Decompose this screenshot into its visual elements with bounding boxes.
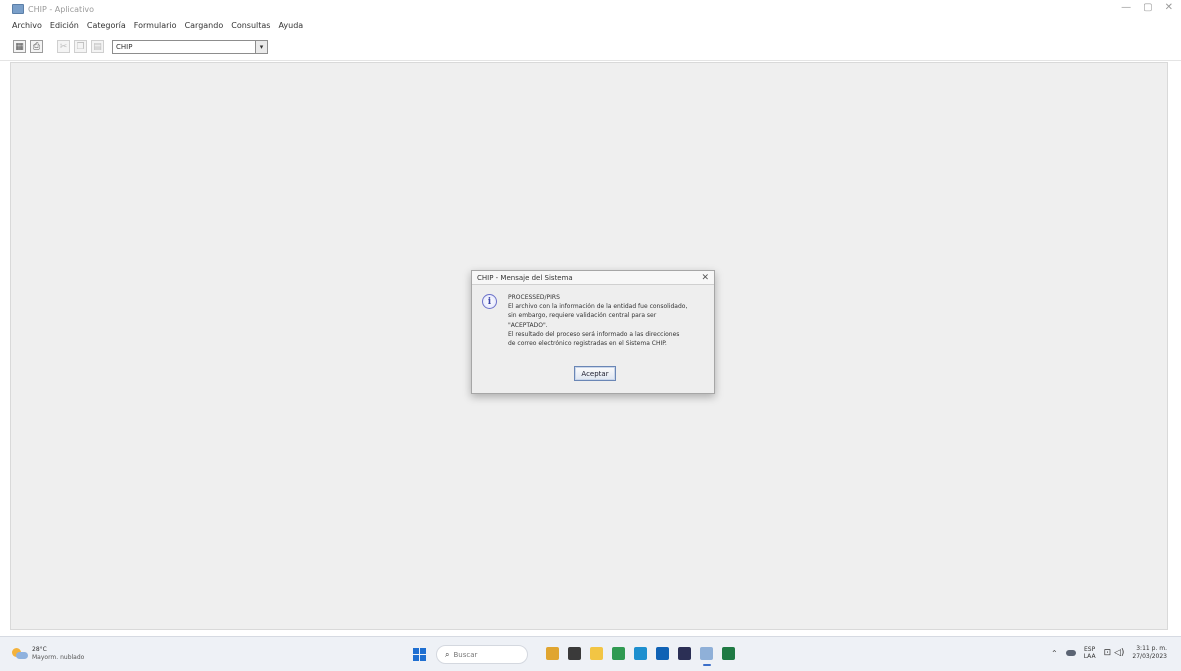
entity-combo[interactable]: CHIP ▾ [112, 39, 268, 54]
dialog-titlebar: CHIP - Mensaje del Sistema ✕ [472, 271, 714, 285]
menu-ayuda[interactable]: Ayuda [278, 21, 303, 30]
taskbar-app-edge-icon[interactable] [634, 647, 647, 660]
dialog-ok-button[interactable]: Aceptar [574, 366, 616, 381]
dialog-title: CHIP - Mensaje del Sistema [477, 273, 573, 282]
taskbar-app-excel-icon[interactable] [722, 647, 735, 660]
clock-time: 3:11 p. m. [1136, 645, 1167, 652]
network-volume-icon[interactable]: ⊡ ◁) [1104, 648, 1125, 658]
taskbar-clock[interactable]: 3:11 p. m. 27/03/2023 [1132, 645, 1167, 661]
java-app-icon [12, 4, 24, 14]
menu-categoria[interactable]: Categoría [87, 21, 126, 30]
windows-start-icon[interactable] [413, 648, 426, 661]
weather-temperature: 28°C [32, 646, 47, 653]
taskbar-app-files-icon[interactable] [546, 647, 559, 660]
search-icon: ⌕ [445, 649, 450, 659]
taskbar-app-dark-icon[interactable] [568, 647, 581, 660]
window-controls: — ▢ ✕ [1121, 2, 1173, 13]
cut-icon[interactable]: ✂ [57, 40, 70, 53]
window-titlebar: CHIP - Aplicativo — ▢ ✕ [0, 0, 1181, 18]
taskbar-app-outlook-icon[interactable] [656, 647, 669, 660]
menu-cargando[interactable]: Cargando [185, 21, 224, 30]
menu-edicion[interactable]: Edición [50, 21, 79, 30]
dialog-message-line: El resultado del proceso será informado … [508, 330, 680, 338]
weather-text: 28°C Mayorm. nublado [32, 646, 84, 662]
taskbar-app-chrome-icon[interactable] [612, 647, 625, 660]
minimize-button[interactable]: — [1121, 2, 1131, 13]
dialog-close-button[interactable]: ✕ [701, 273, 709, 283]
search-label: Buscar [453, 650, 478, 659]
weather-widget[interactable]: 28°C Mayorm. nublado [12, 646, 84, 662]
taskbar-app-explorer-icon[interactable] [590, 647, 603, 660]
dialog-message-line: PROCESSED/PIRS [508, 294, 560, 301]
info-icon: i [482, 294, 497, 309]
close-window-button[interactable]: ✕ [1165, 2, 1173, 13]
language-top: ESP [1084, 646, 1096, 653]
chevron-up-icon[interactable]: ⌃ [1051, 649, 1058, 658]
copy-icon[interactable]: ❐ [74, 40, 87, 53]
taskbar-search[interactable]: ⌕ Buscar [436, 645, 528, 664]
toolbar: ▦ ⎙ ✂ ❐ ▤ CHIP ▾ [0, 33, 1181, 61]
menu-bar: Archivo Edición Categoría Formulario Car… [0, 18, 1181, 33]
system-message-dialog: CHIP - Mensaje del Sistema ✕ i PROCESSED… [471, 270, 715, 394]
language-indicator[interactable]: ESP LAA [1084, 646, 1096, 660]
grid-icon[interactable]: ▦ [13, 40, 26, 53]
chevron-down-icon[interactable]: ▾ [255, 40, 267, 53]
window-title: CHIP - Aplicativo [28, 4, 95, 14]
weather-description: Mayorm. nublado [32, 654, 85, 661]
entity-combo-value: CHIP [116, 42, 133, 51]
menu-archivo[interactable]: Archivo [12, 21, 42, 30]
menu-formulario[interactable]: Formulario [134, 21, 177, 30]
dialog-message-line: de correo electrónico registradas en el … [508, 340, 667, 348]
weather-icon [12, 648, 28, 660]
taskbar-app-java-icon[interactable] [700, 647, 713, 666]
taskbar-app-teams-icon[interactable] [678, 647, 691, 660]
menu-consultas[interactable]: Consultas [231, 21, 270, 30]
taskbar: 28°C Mayorm. nublado ⌕ Buscar ⌃ ESP LAA … [0, 636, 1181, 671]
dialog-message-line: El archivo con la información de la enti… [508, 303, 688, 311]
dialog-message-line: sin embargo, requiere validación central… [508, 312, 657, 320]
clock-date: 27/03/2023 [1132, 653, 1167, 660]
paste-icon[interactable]: ▤ [91, 40, 104, 53]
print-icon[interactable]: ⎙ [30, 40, 43, 53]
language-bottom: LAA [1083, 653, 1096, 660]
dialog-body: i PROCESSED/PIRS El archivo con la infor… [472, 285, 714, 348]
maximize-button[interactable]: ▢ [1143, 2, 1152, 13]
onedrive-icon[interactable] [1065, 650, 1076, 656]
system-tray: ⌃ ESP LAA ⊡ ◁) 3:11 p. m. 27/03/2023 [1051, 645, 1167, 661]
dialog-message-line: "ACEPTADO". [508, 321, 548, 329]
